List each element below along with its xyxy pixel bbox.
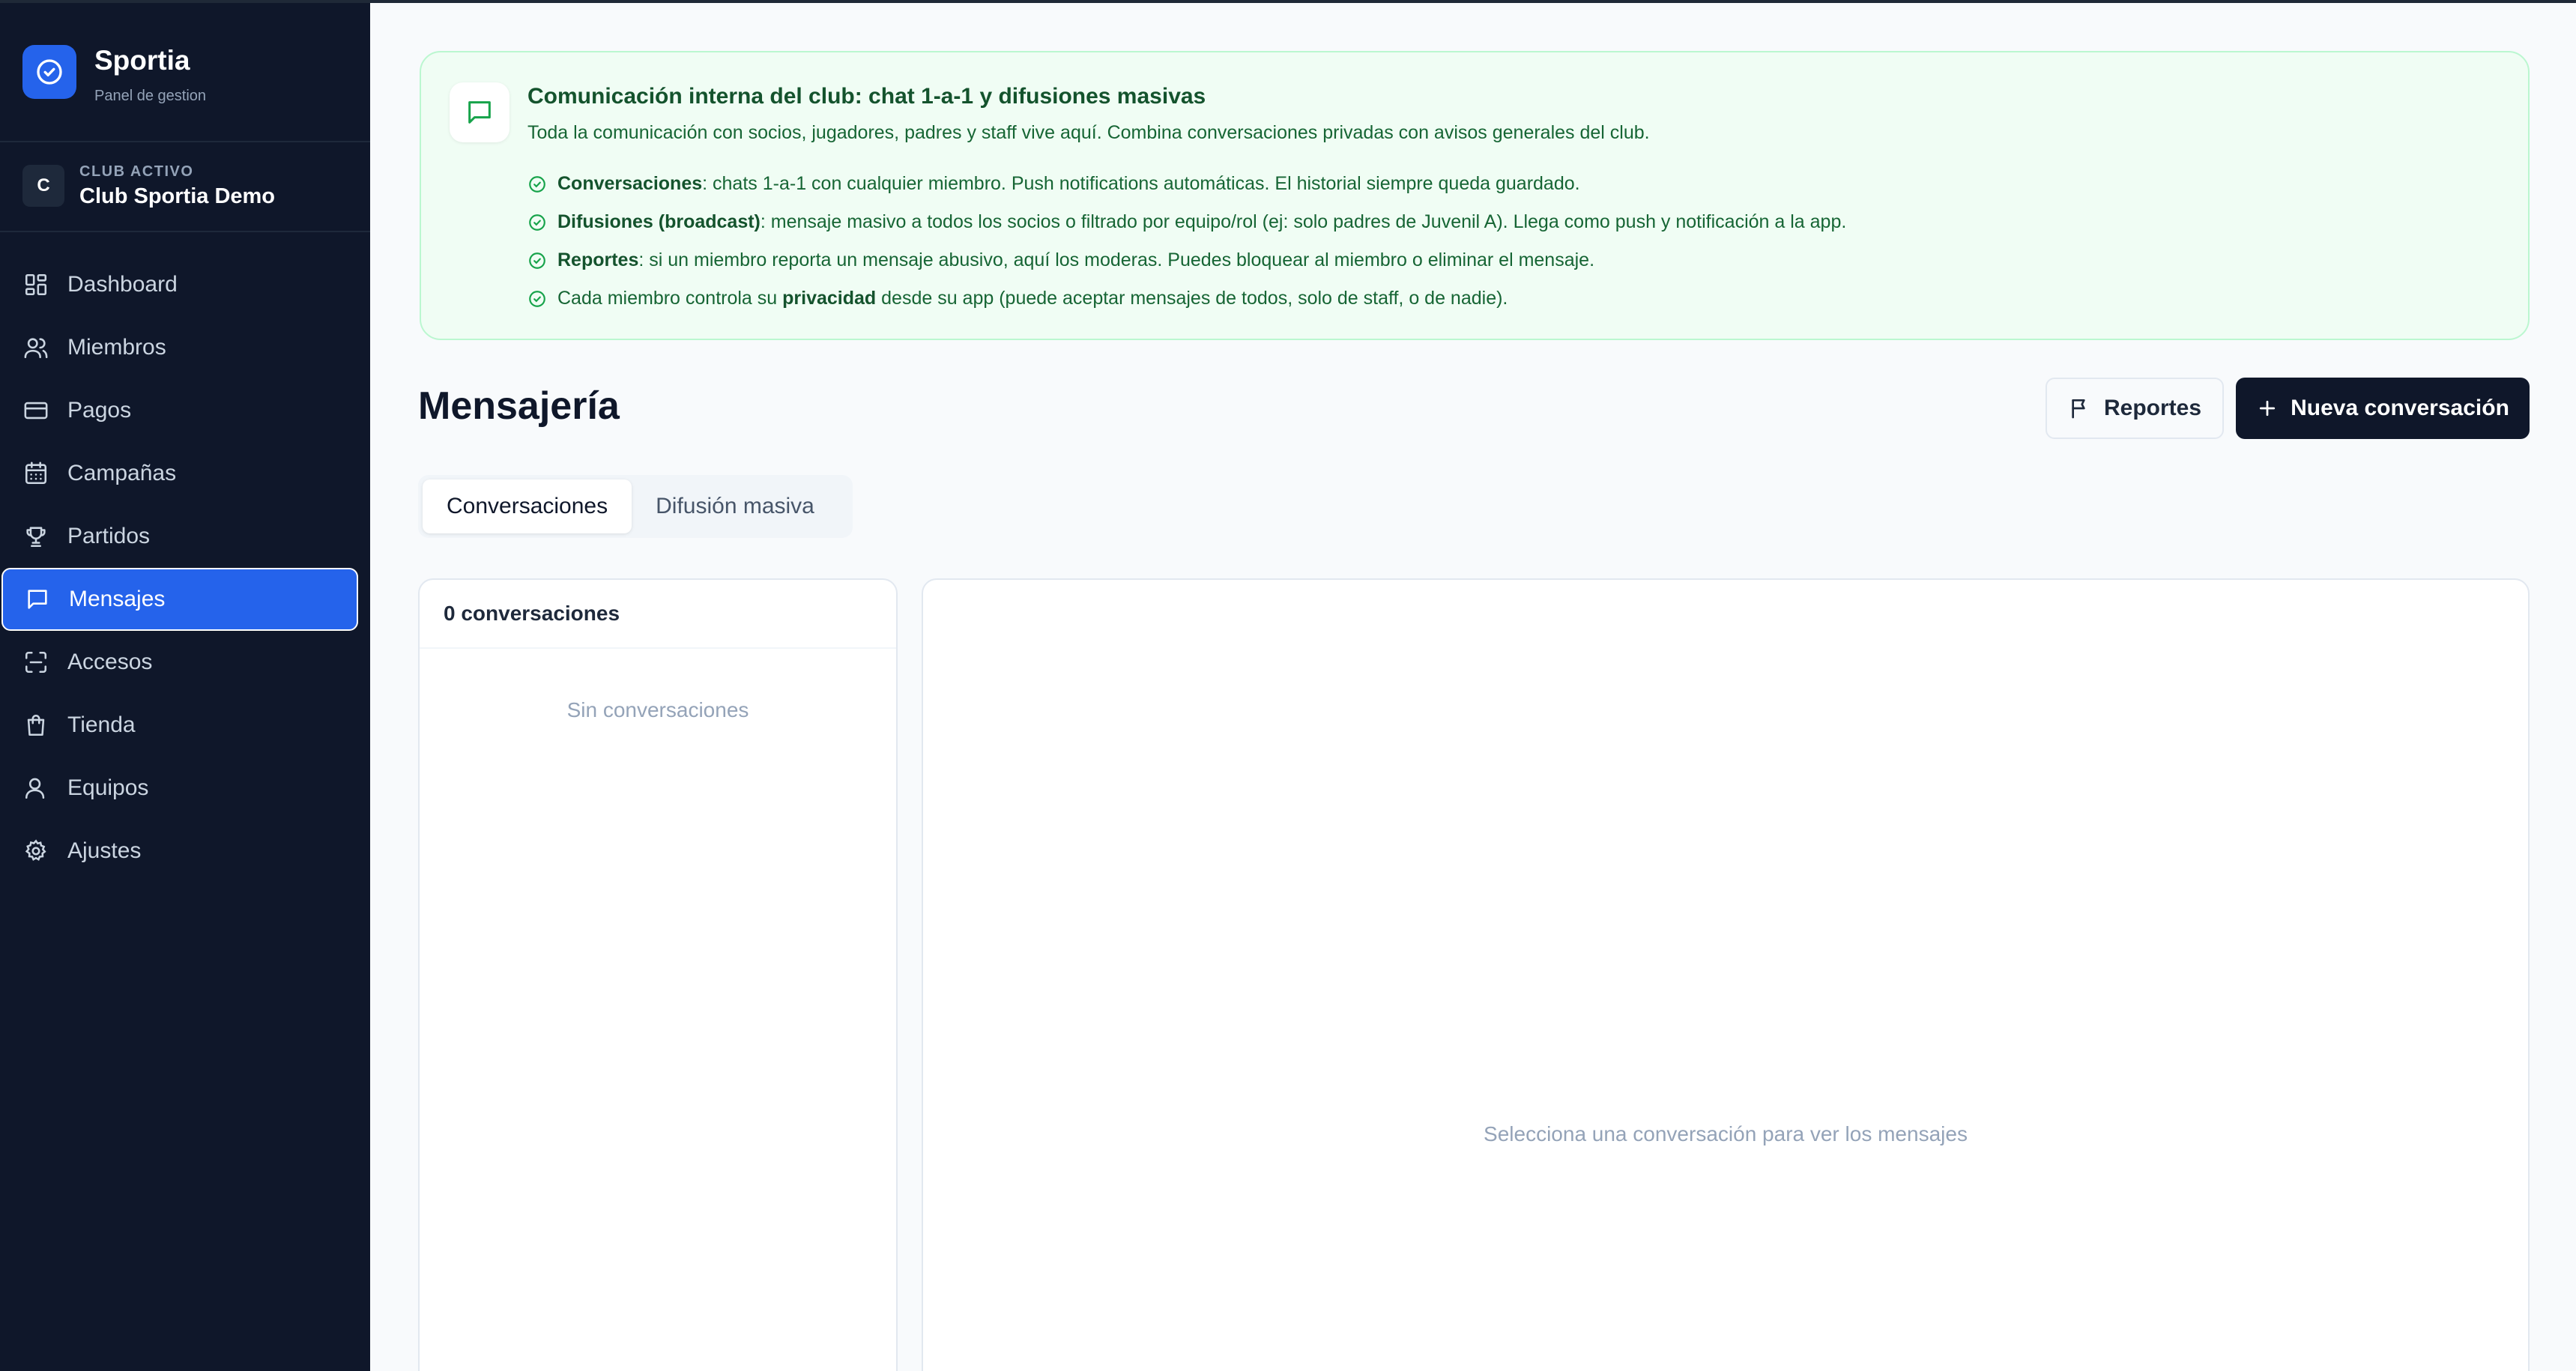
- scan-icon: [22, 649, 49, 676]
- sidebar-item-dashboard[interactable]: Dashboard: [1, 253, 358, 316]
- shield-check-icon: [22, 45, 76, 99]
- page-title: Mensajería: [418, 384, 620, 428]
- check-circle-icon: [527, 175, 547, 194]
- shopping-bag-icon: [22, 712, 49, 739]
- info-list-item: Cada miembro controla su privacidad desd…: [527, 279, 1846, 318]
- info-list-item: Difusiones (broadcast): mensaje masivo a…: [527, 203, 1846, 241]
- chat-panel: Selecciona una conversación para ver los…: [922, 578, 2530, 1371]
- info-list: Conversaciones: chats 1-a-1 con cualquie…: [527, 165, 1846, 318]
- check-circle-icon: [527, 251, 547, 270]
- conversation-count: 0 conversaciones: [420, 580, 896, 649]
- sidebar-item-label: Miembros: [67, 335, 166, 360]
- check-circle-icon: [527, 289, 547, 309]
- brand-name: Sportia: [94, 45, 190, 76]
- info-title: Comunicación interna del club: chat 1-a-…: [527, 84, 1206, 109]
- sidebar-item-miembros[interactable]: Miembros: [1, 316, 358, 379]
- brand[interactable]: Sportia Panel de gestion: [22, 45, 352, 112]
- main-content: Comunicación interna del club: chat 1-a-…: [370, 0, 2576, 1371]
- tab-difusion-masiva[interactable]: Difusión masiva: [632, 479, 838, 533]
- sidebar-item-pagos[interactable]: Pagos: [1, 379, 358, 442]
- new-conversation-label: Nueva conversación: [2291, 396, 2509, 420]
- new-conversation-button[interactable]: Nueva conversación: [2236, 378, 2530, 439]
- active-club[interactable]: C CLUB ACTIVO Club Sportia Demo: [22, 163, 352, 213]
- sidebar: Sportia Panel de gestion C CLUB ACTIVO C…: [0, 0, 370, 1371]
- message-tabs: Conversaciones Difusión masiva: [418, 475, 853, 538]
- calendar-icon: [22, 460, 49, 487]
- sidebar-item-label: Pagos: [67, 398, 132, 423]
- sidebar-divider: [0, 141, 370, 142]
- user-icon: [22, 775, 49, 802]
- sidebar-divider: [0, 231, 370, 232]
- message-icon: [450, 82, 510, 142]
- gear-icon: [22, 838, 49, 865]
- check-circle-icon: [527, 213, 547, 232]
- message-icon: [24, 586, 51, 613]
- conversation-list-panel: 0 conversaciones Sin conversaciones: [418, 578, 898, 1371]
- flag-icon: [2068, 396, 2092, 420]
- credit-card-icon: [22, 397, 49, 424]
- club-label: CLUB ACTIVO: [79, 163, 194, 180]
- window-top-border: [0, 0, 2576, 3]
- sidebar-item-label: Campañas: [67, 461, 177, 485]
- trophy-icon: [22, 523, 49, 550]
- brand-subtitle: Panel de gestion: [94, 88, 207, 104]
- reports-button-label: Reportes: [2103, 396, 2202, 420]
- sidebar-item-equipos[interactable]: Equipos: [1, 757, 358, 820]
- conversation-list-empty: Sin conversaciones: [566, 698, 749, 721]
- sidebar-item-label: Equipos: [67, 775, 149, 800]
- info-list-item: Reportes: si un miembro reporta un mensa…: [527, 241, 1846, 279]
- reports-button[interactable]: Reportes: [2046, 378, 2224, 439]
- plus-icon: [2256, 397, 2279, 420]
- club-name: Club Sportia Demo: [79, 184, 276, 208]
- tab-conversaciones[interactable]: Conversaciones: [423, 479, 632, 533]
- sidebar-item-partidos[interactable]: Partidos: [1, 505, 358, 568]
- sidebar-nav: Dashboard Miembros Pagos Campañas Partid…: [0, 253, 370, 883]
- sidebar-item-mensajes[interactable]: Mensajes: [1, 568, 358, 631]
- club-avatar: C: [22, 165, 64, 207]
- info-banner: Comunicación interna del club: chat 1-a-…: [420, 51, 2530, 340]
- sidebar-item-label: Tienda: [67, 712, 136, 737]
- sidebar-item-label: Partidos: [67, 524, 151, 548]
- sidebar-item-label: Ajustes: [67, 838, 142, 863]
- users-icon: [22, 334, 49, 361]
- sidebar-item-campanas[interactable]: Campañas: [1, 442, 358, 505]
- sidebar-item-ajustes[interactable]: Ajustes: [1, 820, 358, 883]
- sidebar-item-label: Mensajes: [69, 587, 166, 611]
- chat-empty-state: Selecciona una conversación para ver los…: [1484, 1122, 1968, 1145]
- info-description: Toda la comunicación con socios, jugador…: [527, 122, 1650, 143]
- sidebar-item-accesos[interactable]: Accesos: [1, 631, 358, 694]
- sidebar-item-label: Accesos: [67, 650, 153, 674]
- dashboard-icon: [22, 271, 49, 298]
- info-list-item: Conversaciones: chats 1-a-1 con cualquie…: [527, 165, 1846, 203]
- sidebar-item-tienda[interactable]: Tienda: [1, 694, 358, 757]
- sidebar-item-label: Dashboard: [67, 272, 178, 297]
